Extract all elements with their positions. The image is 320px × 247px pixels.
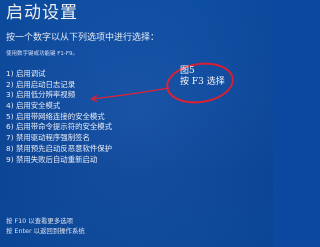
option-disable-auto-restart[interactable]: 9) 禁用失败后自动重新启动 bbox=[6, 155, 112, 166]
option-label: 启用带网络连接的安全模式 bbox=[15, 111, 105, 121]
option-disable-driver-signature[interactable]: 7) 禁用驱动程序强制签名 bbox=[6, 133, 112, 144]
option-number: 1) bbox=[6, 69, 14, 78]
option-number: 4) bbox=[6, 101, 14, 111]
option-number: 8) bbox=[6, 143, 14, 153]
option-label: 启用安全模式 bbox=[15, 101, 61, 111]
more-options-hint: 按 F10 以查看更多选项 bbox=[6, 217, 73, 225]
option-label: 启用低分辨率视频 bbox=[15, 90, 76, 100]
option-label: 禁用失败后自动重新启动 bbox=[15, 154, 98, 164]
option-number: 7) bbox=[6, 133, 14, 143]
footer-hints: 按 F10 以查看更多选项 按 Enter 以返回到操作系统 bbox=[6, 216, 85, 236]
return-os-hint: 按 Enter 以返回到操作系统 bbox=[6, 227, 85, 235]
option-number: 5) bbox=[6, 111, 14, 121]
option-safe-mode-networking[interactable]: 5) 启用带网络连接的安全模式 bbox=[6, 112, 112, 123]
option-number: 6) bbox=[6, 122, 14, 132]
page-title: 启动设置 bbox=[6, 3, 78, 23]
option-label: 禁用预先启动反恶意软件保护 bbox=[15, 143, 113, 153]
option-safe-mode-command-prompt[interactable]: 6) 启用带命令提示符的安全模式 bbox=[6, 122, 112, 133]
option-label: 启用启动日志记录 bbox=[15, 79, 76, 89]
annotation-arrow-icon bbox=[90, 87, 170, 103]
option-disable-early-antimalware[interactable]: 8) 禁用预先启动反恶意软件保护 bbox=[6, 144, 112, 155]
startup-settings-screen: 启动设置 按一个数字以从下列选项中进行选择： 使用数字键或功能键 F1-F9。 … bbox=[0, 0, 273, 247]
option-label: 禁用驱动程序强制签名 bbox=[15, 133, 90, 143]
option-enable-debugging[interactable]: 1) 启用调试 bbox=[6, 69, 112, 80]
option-number: 9) bbox=[6, 154, 14, 164]
annotation-label: 图5 按 F3 选择 bbox=[180, 66, 225, 88]
option-label: 启用调试 bbox=[15, 69, 46, 78]
option-label: 启用带命令提示符的安全模式 bbox=[15, 122, 113, 132]
option-number: 2) bbox=[6, 79, 14, 89]
function-key-note: 使用数字键或功能键 F1-F9。 bbox=[6, 51, 79, 57]
option-number: 3) bbox=[6, 90, 14, 100]
annotation-figure-label: 图5 bbox=[180, 66, 195, 76]
annotation-instruction: 按 F3 选择 bbox=[180, 77, 225, 87]
startup-options-list: 1) 启用调试 2) 启用启动日志记录 3) 启用低分辨率视频 4) 启用安全模… bbox=[6, 69, 112, 165]
instruction-text: 按一个数字以从下列选项中进行选择： bbox=[6, 33, 160, 43]
